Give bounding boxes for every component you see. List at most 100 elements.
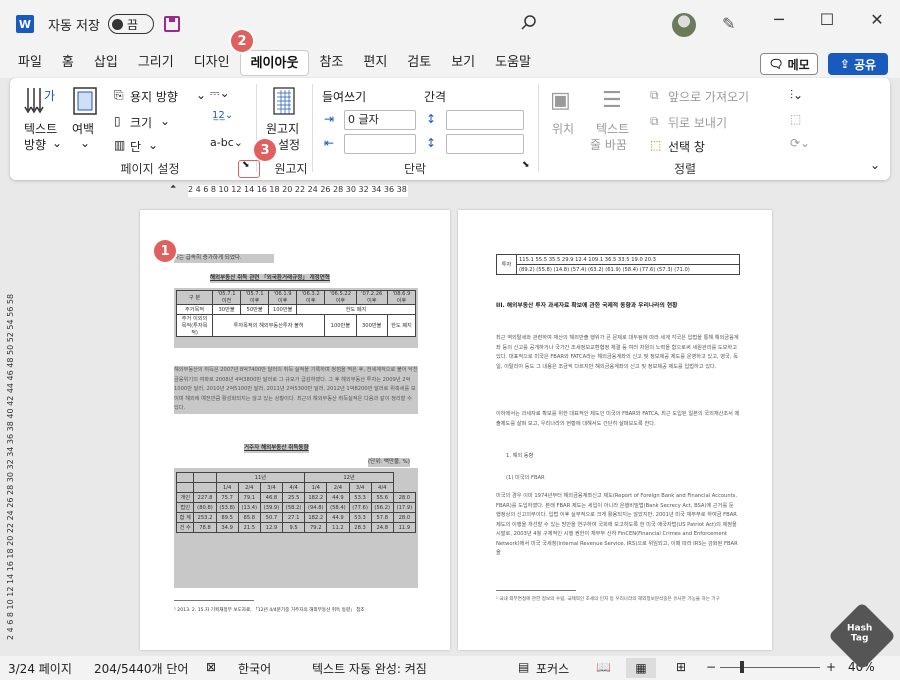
tab-draw[interactable]: 그리기 <box>128 50 184 76</box>
table-cell <box>175 472 195 483</box>
paragraph-launcher-icon[interactable]: ⬊ <box>522 160 530 170</box>
table-row: 1/4 2/4 3/4 4/4 1/4 2/4 3/4 4/4 <box>175 482 416 493</box>
tab-review[interactable]: 검토 <box>397 50 441 76</box>
table-cell: (39.9) <box>259 502 284 513</box>
wrap-text-button[interactable]: 텍스트 <box>596 120 629 137</box>
tab-home[interactable]: 홈 <box>52 50 84 76</box>
share-button[interactable]: ⇪ 공유 <box>828 53 888 75</box>
selection-pane-icon: ⬚ <box>650 138 662 152</box>
close-button[interactable]: ✕ <box>862 10 892 29</box>
table-cell: 44.9 <box>326 512 350 523</box>
selection-pane-button[interactable]: 선택 창 <box>668 138 705 155</box>
tab-view[interactable]: 보기 <box>441 50 485 76</box>
indent-right-input[interactable] <box>344 134 416 154</box>
autocomplete-status[interactable]: 텍스트 자동 완성: 켜짐 <box>312 660 427 677</box>
table-cell: 182.2 <box>304 512 328 523</box>
print-layout-icon[interactable]: ▦ <box>626 658 656 678</box>
spacing-after-input[interactable] <box>446 134 524 154</box>
chevron-down-icon: ⌄ <box>52 136 63 150</box>
table-row: 주거 이외의 목적(투자목적) 투자목적의 해외부동산투자 불허 100만불 3… <box>175 314 417 337</box>
table-cell: 253.2 <box>193 512 217 523</box>
footnote-rule <box>174 600 254 601</box>
table-row: 법인 (80.8) (53.8) (13.4) (39.9) (58.2) (94.8) (5… <box>175 502 417 513</box>
table-row: 11년 12년 <box>175 472 416 483</box>
svg-text:가: 가 <box>44 89 55 103</box>
spacing-label: 간격 <box>424 90 447 104</box>
indent-marker-icon[interactable]: ⏶ <box>170 182 184 200</box>
indent-left-icon: ⇥ <box>324 112 335 126</box>
collapse-ribbon-icon[interactable]: ⌄ <box>870 158 880 172</box>
tab-insert[interactable]: 삽입 <box>84 50 128 76</box>
rotate-icon[interactable]: ⟳⌄ <box>790 136 810 150</box>
minimize-button[interactable]: ─ <box>764 10 794 29</box>
columns-button[interactable]: 단 <box>130 138 141 155</box>
web-layout-icon[interactable]: ⊞ <box>676 660 686 674</box>
indent-right-icon: ⇤ <box>324 136 335 150</box>
page2-paragraph-1: 최근 역외탈세와 관련하여 재산의 해외반출 행위가 큰 문제로 대두됨에 따라… <box>496 335 739 370</box>
table-cell: 89.5 <box>215 512 239 523</box>
table-cell: 11.2 <box>326 522 350 533</box>
autosave-toggle[interactable]: 끔 <box>107 14 154 34</box>
document-page-1[interactable]: 자는 급속히 증가하게 되었다. 해외부동산 취득 관련 「외국환거래규정」 개… <box>140 210 450 650</box>
designer-pen-icon[interactable]: ✎ <box>722 14 735 33</box>
table-cell: 4/4 <box>370 482 394 493</box>
table-row: 개인 227.8 75.7 79.1 46.8 25.5 182.2 44.9 53.3 55.6… <box>175 492 417 503</box>
orientation-button[interactable]: 용지 방향 <box>130 88 178 105</box>
table-row: (89.2) (55.8) (14.8) (57.4) (63.2) (61.9… <box>497 264 740 275</box>
focus-icon[interactable]: ▤ <box>518 660 529 674</box>
proofing-icon[interactable]: ⊠ <box>206 660 216 674</box>
search-icon[interactable] <box>520 14 538 32</box>
maximize-button[interactable]: ☐ <box>812 10 842 29</box>
table-cell: 50.7 <box>259 512 284 523</box>
zoom-slider-thumb[interactable] <box>740 661 744 673</box>
bring-forward-button[interactable]: 앞으로 가져오기 <box>668 88 749 105</box>
indent-label: 들여쓰기 <box>322 90 367 104</box>
group-objects-icon[interactable]: ⬚ <box>790 112 801 126</box>
comments-button[interactable]: 🗨 메모 <box>760 53 818 75</box>
horizontal-ruler: ⏶ 2 4 6 8 10 12 14 16 18 20 22 24 26 28 … <box>140 182 780 200</box>
group-divider <box>538 84 539 172</box>
zoom-slider[interactable] <box>720 667 820 668</box>
table-cell: 1/4 <box>215 482 239 493</box>
page2-table-continued: 투자 115.1 55.5 35.5 29.9 12.4 109.1 36.5 3… <box>496 254 740 275</box>
table-cell: 100만불 <box>268 304 298 315</box>
text-direction-button[interactable]: 텍스트 <box>24 120 57 137</box>
size-button[interactable]: 크기 <box>130 114 152 131</box>
language-status[interactable]: 한국어 <box>238 660 271 677</box>
zoom-out-button[interactable]: − <box>706 660 716 674</box>
table-cell: 27.1 <box>282 512 306 523</box>
indent-left-input[interactable]: 0 글자 <box>344 110 416 130</box>
document-page-2[interactable]: 투자 115.1 55.5 35.5 29.9 12.4 109.1 36.5 3… <box>458 210 772 650</box>
table-cell: 55.6 <box>370 492 394 503</box>
tab-file[interactable]: 파일 <box>8 50 52 76</box>
save-icon[interactable] <box>163 16 180 32</box>
tab-layout[interactable]: 레이아웃 <box>239 50 310 76</box>
word-logo-icon: W <box>16 15 34 33</box>
spacing-before-input[interactable] <box>446 110 524 130</box>
tab-design[interactable]: 디자인 <box>184 50 240 76</box>
table-cell: 28.3 <box>348 522 372 533</box>
word-count[interactable]: 204/5440개 단어 <box>94 660 188 677</box>
user-avatar[interactable] <box>672 13 696 37</box>
focus-button[interactable]: 포커스 <box>536 660 569 677</box>
manuscript-settings-button[interactable]: 원고지 <box>266 120 299 137</box>
table-cell: (89.2) (55.8) (14.8) (57.4) (63.2) (61.9… <box>516 264 740 275</box>
tab-mailings[interactable]: 편지 <box>353 50 397 76</box>
line-numbers-button[interactable]: 1̲2̲⌄ <box>212 110 233 121</box>
tab-references[interactable]: 참조 <box>309 50 353 76</box>
margins-button[interactable]: 여백 <box>72 120 94 137</box>
breaks-button[interactable]: ⎓⌄ <box>210 86 230 101</box>
table-cell: 53.3 <box>348 512 372 523</box>
send-backward-button[interactable]: 뒤로 보내기 <box>668 114 727 131</box>
align-icon[interactable]: ⫶⌄ <box>790 88 803 103</box>
share-label: 공유 <box>853 57 877 72</box>
table-cell: (17.9) <box>392 502 417 513</box>
zoom-in-button[interactable]: + <box>826 660 836 674</box>
table-cell: 9.5 <box>282 522 306 533</box>
hyphenation-button[interactable]: a-bc⌄ <box>210 136 243 149</box>
tab-help[interactable]: 도움말 <box>485 50 541 76</box>
position-button[interactable]: 위치 <box>552 120 574 137</box>
read-mode-icon[interactable]: 📖 <box>596 660 611 674</box>
table-cell: (58.4) <box>326 502 350 513</box>
page-count[interactable]: 3/24 페이지 <box>8 660 72 677</box>
